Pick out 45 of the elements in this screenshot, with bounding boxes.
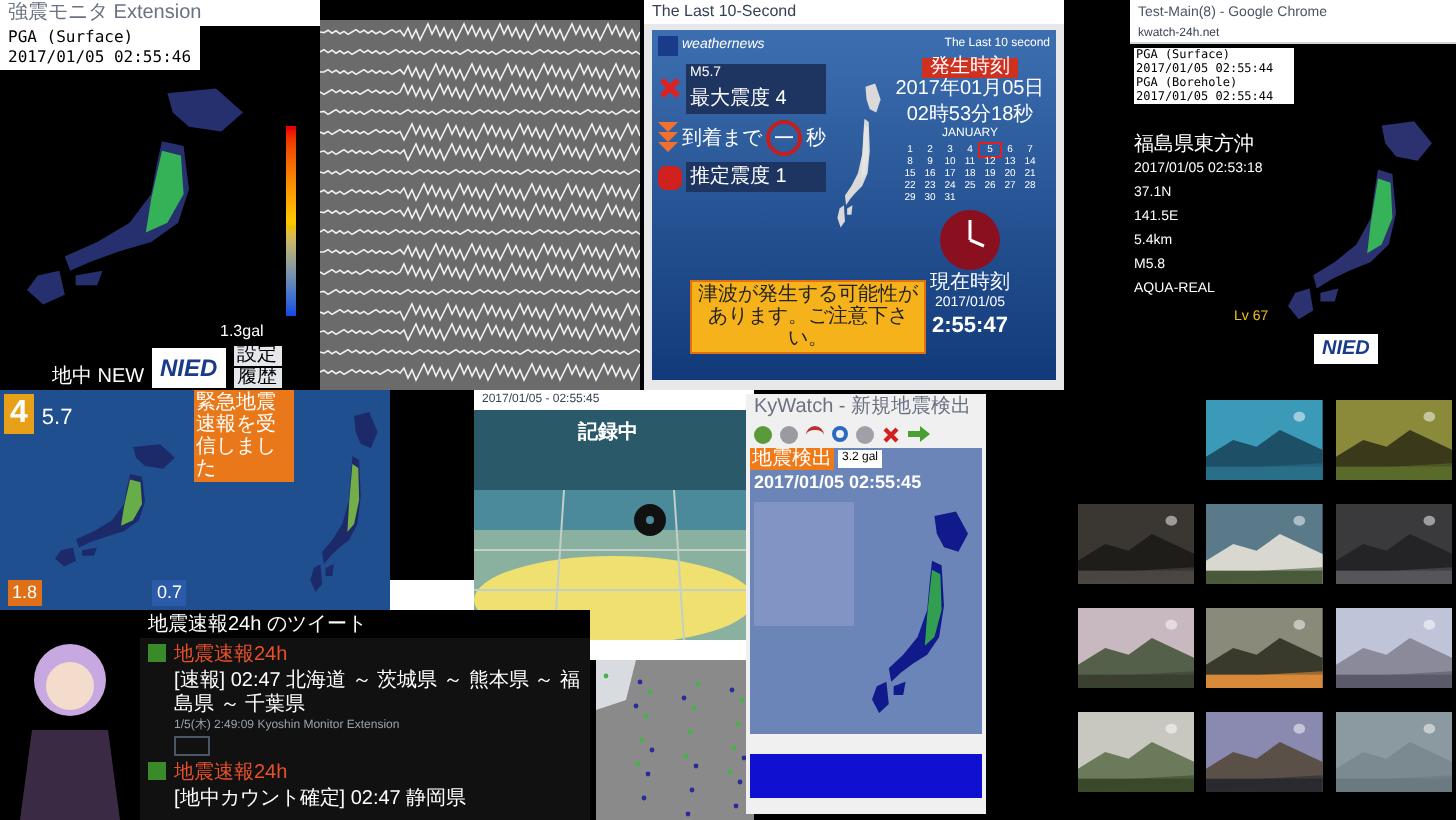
origin-time: 02時53分18秒 bbox=[906, 103, 1034, 127]
window-title: 強震モニタ Extension bbox=[8, 3, 202, 23]
footer-label: 地中 NEW bbox=[52, 363, 145, 390]
max-intensity: 最大震度 4 bbox=[690, 85, 789, 114]
estimated-intensity: 推定震度 1 bbox=[686, 162, 826, 192]
tweet-text: [地中カウント確定] 02:47 静岡県 bbox=[174, 787, 467, 812]
search-icon[interactable] bbox=[832, 426, 848, 442]
intensity-badge: 4 bbox=[4, 394, 34, 434]
down-arrows-icon bbox=[658, 122, 678, 154]
header-text: 地震速報24h のツイート bbox=[148, 611, 367, 639]
clock-icon bbox=[938, 207, 1002, 271]
tweet-text: [速報] 02:47 北海道 ～ 茨城県 ～ 熊本県 ～ 福島県 ～ 千葉県 bbox=[174, 669, 582, 718]
cross-icon[interactable] bbox=[882, 425, 900, 443]
current-time: 2:55:47 bbox=[932, 313, 1008, 341]
countdown-ring: — bbox=[766, 120, 802, 156]
pga-label: PGA (Surface) bbox=[8, 28, 136, 48]
avatar-icon bbox=[148, 762, 166, 780]
origin-label: 発生時刻 bbox=[922, 58, 1018, 78]
avatar-icon bbox=[148, 644, 166, 662]
blank-panel bbox=[390, 580, 474, 610]
clock-label: 現在時刻 bbox=[930, 271, 1010, 295]
tweet-user[interactable]: 地震速報24h bbox=[174, 644, 582, 669]
seconds-unit: 秒 bbox=[806, 125, 826, 153]
origin-date: 2017年01月05日 bbox=[895, 78, 1045, 103]
cross-icon bbox=[658, 76, 682, 101]
recording-status: 記録中 bbox=[578, 419, 638, 448]
logo-text: NIED bbox=[160, 351, 218, 385]
min-value: 1.8 bbox=[8, 579, 42, 606]
detection-time: 2017/01/05 02:55:45 bbox=[752, 470, 924, 496]
logo-text: NIED bbox=[1322, 336, 1370, 364]
alert-message: 緊急地震速報を受信しました bbox=[194, 390, 294, 482]
logo-mark-icon bbox=[658, 36, 678, 57]
detection-tag: 地震検出 bbox=[750, 448, 834, 470]
arrow-icon[interactable] bbox=[908, 426, 930, 442]
tweet-user[interactable]: 地震速報24h bbox=[174, 762, 467, 787]
arrival-label: 到着まで bbox=[682, 125, 762, 153]
peak-reading: 1.3gal bbox=[220, 320, 264, 344]
quake-info-line: 福島県東方沖 bbox=[1134, 134, 1256, 158]
tweet-image bbox=[174, 736, 210, 756]
window-title: KyWatch - 新規地震検出 bbox=[754, 397, 972, 417]
max-value: 0.7 bbox=[152, 579, 186, 606]
tsunami-banner: 津波が発生する可能性があります。ご注意下さい。 bbox=[690, 280, 926, 354]
pga-time: 2017/01/05 02:55:46 bbox=[8, 48, 192, 68]
magnitude: 5.7 bbox=[41, 403, 73, 433]
window-title: The Last 10-Second bbox=[652, 4, 797, 20]
